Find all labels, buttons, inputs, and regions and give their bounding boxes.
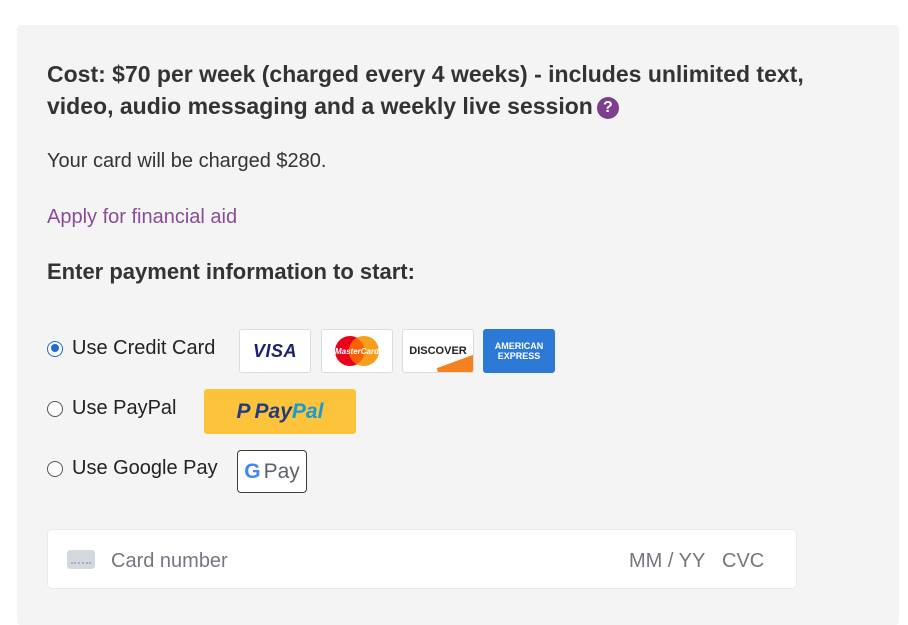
google-g-icon: G [244,459,261,483]
charge-text: Your card will be charged $280. [47,150,327,172]
visa-logo: VISA [239,329,311,373]
paypal-option[interactable]: Use PayPal [47,397,177,420]
paypal-label: Use PayPal [72,397,177,419]
card-entry-field[interactable] [47,529,797,589]
payment-heading: Enter payment information to start: [47,259,415,284]
credit-card-option[interactable]: Use Credit Card [47,337,215,360]
cost-description: Cost: $70 per week (charged every 4 week… [47,58,847,122]
google-pay-radio[interactable] [47,460,63,477]
cvc-input[interactable] [720,546,784,576]
financial-aid-link[interactable]: Apply for financial aid [47,206,237,229]
card-number-input[interactable] [109,546,513,576]
amex-logo: AMERICAN EXPRESS [483,329,555,373]
google-pay-button[interactable]: G Pay [237,450,307,493]
mastercard-text: MasterCard [334,346,379,356]
paypal-p-icon: P [236,399,251,423]
google-pay-label: Use Google Pay [72,457,218,479]
discover-logo: DISCOVER [402,329,474,373]
paypal-button[interactable]: P Pay Pal [204,389,356,434]
credit-card-radio[interactable] [47,340,63,357]
credit-card-label: Use Credit Card [72,337,216,359]
paypal-radio[interactable] [47,400,63,417]
expiry-input[interactable] [627,546,719,576]
mastercard-logo: MasterCard [321,329,393,373]
credit-card-icon [67,550,95,569]
google-pay-option[interactable]: Use Google Pay [47,457,218,480]
question-circle-icon[interactable]: ? [596,97,619,119]
cost-text: Cost: $70 per week (charged every 4 week… [47,61,804,119]
